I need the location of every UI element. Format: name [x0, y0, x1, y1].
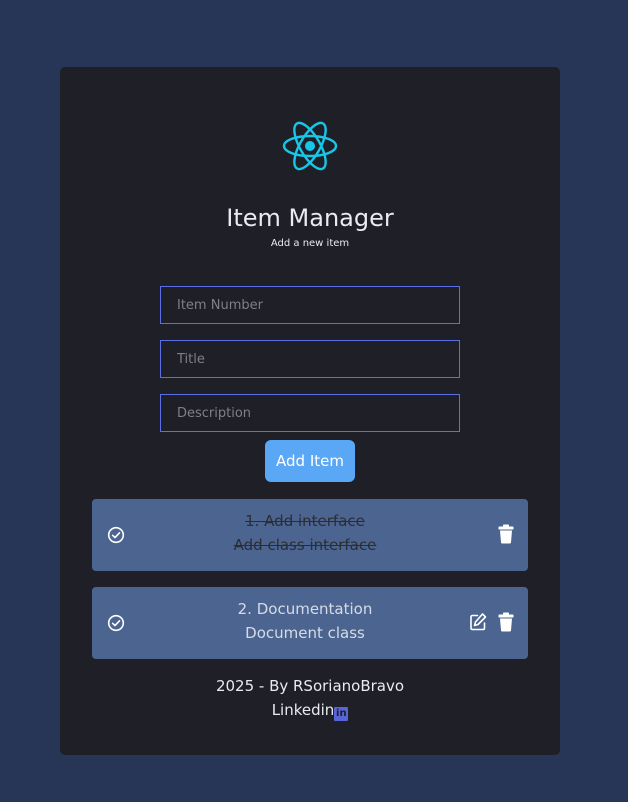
page-subtitle: Add a new item: [270, 238, 350, 249]
trash-icon[interactable]: [497, 612, 515, 632]
check-circle-icon[interactable]: [107, 614, 125, 632]
description-input[interactable]: [160, 394, 460, 432]
linkedin-link[interactable]: Linkedin in: [271, 701, 349, 721]
linkedin-icon: in: [334, 707, 349, 721]
trash-icon[interactable]: [497, 524, 515, 544]
edit-icon[interactable]: [469, 612, 487, 632]
title-input[interactable]: [160, 340, 460, 378]
footer-links: Linkedin in: [60, 701, 560, 721]
add-item-button[interactable]: Add Item: [265, 440, 355, 482]
react-atom-icon: [282, 121, 338, 171]
item-manager-card: Item Manager Add a new item Add Item 1. …: [60, 67, 560, 755]
check-circle-icon[interactable]: [107, 526, 125, 544]
footer-credit: 2025 - By RSorianoBravo: [215, 677, 405, 695]
item-number-input[interactable]: [160, 286, 460, 324]
list-item: 2. Documentation Document class: [92, 587, 528, 659]
item-description: Document class: [245, 624, 365, 642]
linkedin-label: Linkedin: [271, 701, 335, 719]
item-description: Add class interface: [233, 536, 377, 554]
item-title: 1. Add interface: [245, 512, 365, 530]
list-item: 1. Add interface Add class interface: [92, 499, 528, 571]
page-title: Item Manager: [226, 204, 394, 232]
item-title: 2. Documentation: [237, 600, 373, 618]
